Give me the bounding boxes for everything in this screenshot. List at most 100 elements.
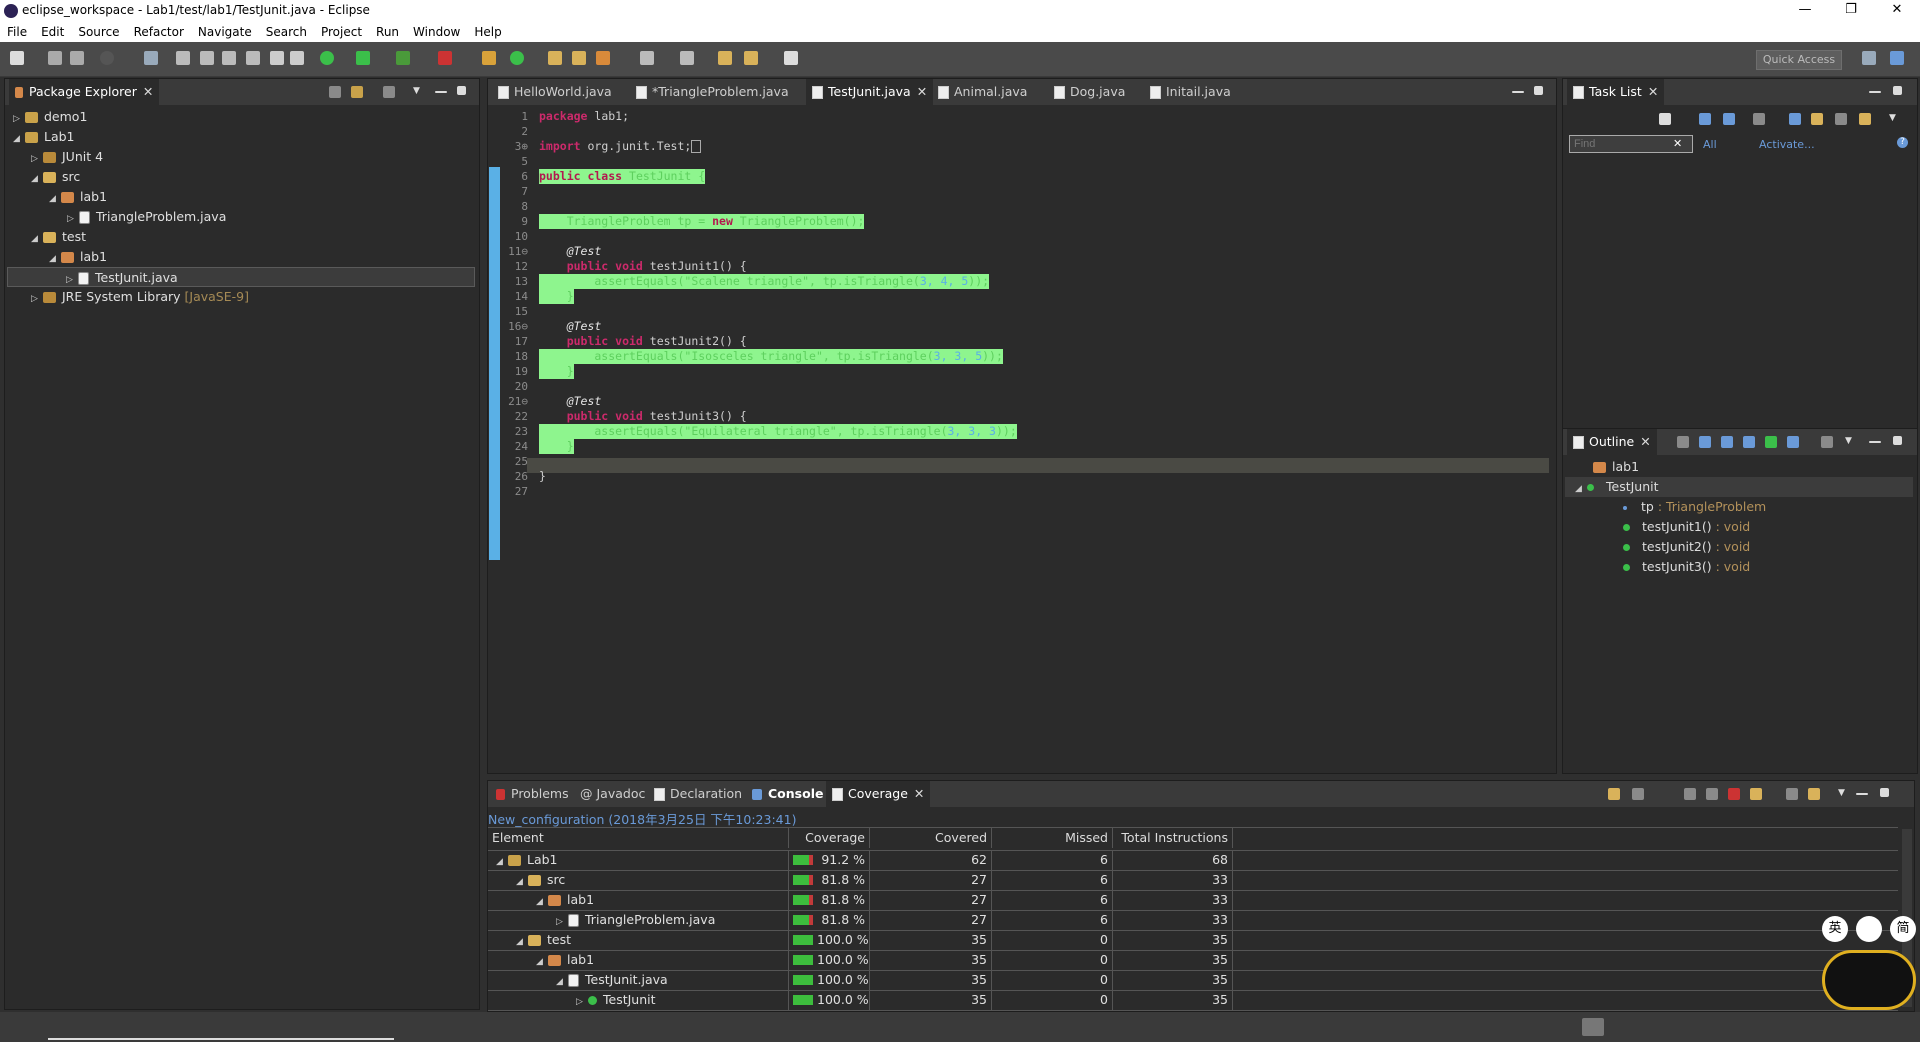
forward-icon[interactable] bbox=[784, 51, 798, 65]
sort-icon[interactable] bbox=[1811, 113, 1823, 125]
maximize-icon[interactable] bbox=[1893, 86, 1902, 95]
help-icon[interactable]: ? bbox=[1897, 137, 1908, 148]
collapse-all-icon[interactable] bbox=[1835, 113, 1847, 125]
link-with-selection-icon[interactable] bbox=[1808, 788, 1820, 800]
word-wrap-icon[interactable] bbox=[290, 51, 304, 65]
annotation-prev-icon[interactable] bbox=[680, 51, 694, 65]
view-menu-icon[interactable]: ▼ bbox=[1845, 436, 1857, 448]
debug-icon[interactable] bbox=[320, 51, 334, 65]
save-all-icon[interactable] bbox=[70, 51, 84, 65]
coverage-row[interactable]: ▷ TriangleProblem.java 81.8 % 27 6 33 bbox=[488, 910, 1898, 931]
minimize-icon[interactable] bbox=[1869, 441, 1881, 443]
tab-outline[interactable]: Outline ✕ bbox=[1567, 429, 1657, 455]
tab-package-explorer[interactable]: Package Explorer ✕ bbox=[9, 79, 160, 105]
close-icon[interactable]: ✕ bbox=[1640, 434, 1650, 449]
maximize-icon[interactable] bbox=[1880, 788, 1889, 797]
outline-item-class[interactable]: ◢ TestJunit bbox=[1565, 477, 1913, 497]
tree-item-test[interactable]: ◢ test bbox=[31, 227, 86, 247]
minimize-icon[interactable] bbox=[435, 91, 447, 93]
save-icon[interactable] bbox=[48, 51, 62, 65]
collapse-arrow-icon[interactable]: ◢ bbox=[49, 189, 61, 209]
sort-icon[interactable] bbox=[1699, 436, 1711, 448]
expand-arrow-icon[interactable]: ▷ bbox=[13, 109, 25, 129]
collapse-arrow-icon[interactable]: ◢ bbox=[49, 249, 61, 269]
filter-icon[interactable] bbox=[1753, 113, 1765, 125]
mark-occurrences-icon[interactable] bbox=[176, 51, 190, 65]
column-element[interactable]: Element bbox=[488, 828, 789, 848]
code-area[interactable]: 1 package lab1; 2 3⊕ import org.junit.Test… bbox=[500, 109, 1550, 769]
coverage-row[interactable]: ◢ lab1 81.8 % 27 6 33 bbox=[488, 890, 1898, 911]
run-icon[interactable] bbox=[356, 51, 370, 65]
coverage-row[interactable]: ◢ lab1 100.0 % 35 0 35 bbox=[488, 950, 1898, 971]
tab-task-list[interactable]: Task List ✕ bbox=[1567, 79, 1665, 105]
tree-item-src[interactable]: ◢ src bbox=[31, 167, 80, 187]
dump-icon[interactable] bbox=[1632, 788, 1644, 800]
tab-dog[interactable]: Dog.java bbox=[1048, 79, 1131, 105]
collapse-arrow-icon[interactable]: ◢ bbox=[536, 952, 548, 972]
outline-item-method[interactable]: testJunit3() : void bbox=[1623, 557, 1750, 577]
tab-declaration[interactable]: Declaration bbox=[648, 781, 748, 807]
expand-arrow-icon[interactable]: ▷ bbox=[67, 209, 79, 229]
ime-mode-badge[interactable]: 简 bbox=[1890, 916, 1916, 942]
focus-icon[interactable] bbox=[383, 86, 395, 98]
java-perspective-icon[interactable] bbox=[1890, 51, 1904, 65]
coverage-row[interactable]: ▷ TestJunit 100.0 % 35 0 35 bbox=[488, 990, 1898, 1011]
expand-arrow-icon[interactable]: ▷ bbox=[31, 149, 43, 169]
column-covered[interactable]: Covered Instructions bbox=[870, 828, 992, 848]
view-menu-icon[interactable]: ▼ bbox=[413, 86, 425, 98]
menu-help[interactable]: Help bbox=[467, 22, 508, 42]
toggle-breakpoint-icon[interactable] bbox=[144, 51, 158, 65]
tab-triangleproblem[interactable]: *TriangleProblem.java bbox=[630, 79, 795, 105]
coverage-row[interactable]: ◢ TestJunit.java 100.0 % 35 0 35 bbox=[488, 970, 1898, 991]
tree-item-junit4[interactable]: ▷ JUnit 4 bbox=[31, 147, 103, 167]
tab-initail[interactable]: Initail.java bbox=[1144, 79, 1237, 105]
outline-item-field[interactable]: tp : TriangleProblem bbox=[1623, 497, 1766, 517]
maximize-icon[interactable] bbox=[457, 86, 466, 95]
collapse-arrow-icon[interactable]: ◢ bbox=[516, 932, 528, 952]
tree-item-testjunit-selected[interactable]: ▷ TestJunit.java bbox=[7, 267, 475, 287]
tab-coverage[interactable]: Coverage ✕ bbox=[826, 781, 931, 807]
clear-icon[interactable]: ✕ bbox=[1673, 137, 1682, 150]
all-link[interactable]: All bbox=[1703, 138, 1717, 151]
collapse-arrow-icon[interactable]: ◢ bbox=[1575, 479, 1587, 499]
tree-item-src-lab1[interactable]: ◢ lab1 bbox=[49, 187, 107, 207]
open-type-icon[interactable] bbox=[548, 51, 562, 65]
collapse-all-icon[interactable] bbox=[329, 86, 341, 98]
menu-source[interactable]: Source bbox=[71, 22, 126, 42]
tree-item-lab1-project[interactable]: ◢ Lab1 bbox=[13, 127, 75, 147]
coverage-run-icon[interactable] bbox=[396, 51, 410, 65]
show-whitespace-icon[interactable] bbox=[270, 51, 284, 65]
categorized-icon[interactable] bbox=[1699, 113, 1711, 125]
annotation-next-icon[interactable] bbox=[640, 51, 654, 65]
new-icon[interactable] bbox=[10, 51, 24, 65]
close-icon[interactable]: ✕ bbox=[917, 84, 927, 99]
menu-project[interactable]: Project bbox=[314, 22, 369, 42]
tree-item-demo1[interactable]: ▷ demo1 bbox=[13, 107, 87, 127]
collapse-arrow-icon[interactable]: ◢ bbox=[31, 169, 43, 189]
collapse-arrow-icon[interactable]: ◢ bbox=[556, 972, 568, 992]
close-icon[interactable]: ✕ bbox=[1648, 84, 1658, 99]
edit-icon[interactable] bbox=[200, 51, 214, 65]
merge-icon[interactable] bbox=[1728, 788, 1740, 800]
menu-file[interactable]: File bbox=[0, 22, 34, 42]
remove-session-icon[interactable] bbox=[1684, 788, 1696, 800]
hide-local-types-icon[interactable] bbox=[1787, 436, 1799, 448]
collapse-arrow-icon[interactable]: ◢ bbox=[536, 892, 548, 912]
tab-problems[interactable]: Problems bbox=[490, 781, 575, 807]
collapse-all-icon[interactable] bbox=[1677, 436, 1689, 448]
collapse-arrow-icon[interactable]: ◢ bbox=[13, 129, 25, 149]
tab-javadoc[interactable]: @ Javadoc bbox=[574, 781, 651, 807]
new-class-icon[interactable] bbox=[510, 51, 524, 65]
minimize-icon[interactable] bbox=[1512, 91, 1524, 93]
tree-item-test-lab1[interactable]: ◢ lab1 bbox=[49, 247, 107, 267]
collapse-arrow-icon[interactable]: ◢ bbox=[516, 872, 528, 892]
block-select-icon[interactable] bbox=[246, 51, 260, 65]
sync-icon[interactable] bbox=[1859, 113, 1871, 125]
coverage-row[interactable]: ◢ Lab1 91.2 % 62 6 68 bbox=[488, 850, 1898, 871]
collapse-arrow-icon[interactable]: ◢ bbox=[31, 229, 43, 249]
new-java-project-icon[interactable] bbox=[482, 51, 496, 65]
column-total[interactable]: Total Instructions bbox=[1113, 828, 1233, 848]
collapse-all-icon[interactable] bbox=[1786, 788, 1798, 800]
tree-item-triangleproblem[interactable]: ▷ TriangleProblem.java bbox=[67, 207, 226, 227]
minimize-button[interactable]: — bbox=[1782, 0, 1828, 22]
